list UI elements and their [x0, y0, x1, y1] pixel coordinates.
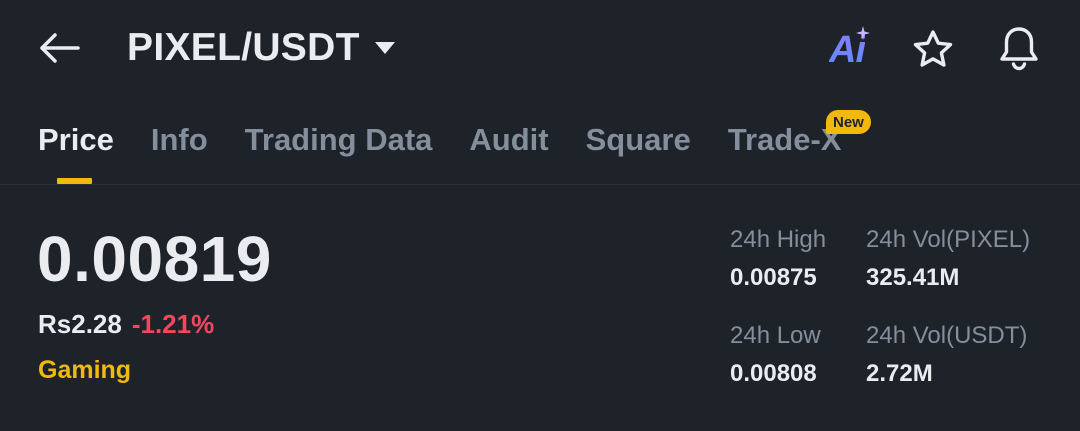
- price-change-percent: -1.21%: [131, 309, 215, 339]
- sub-price-row: Rs2.28 -1.21%: [38, 309, 214, 340]
- vol-base-value: 325.41M: [866, 264, 960, 291]
- vol-quote-value: 2.72M: [866, 360, 933, 387]
- bell-icon: [1000, 27, 1038, 71]
- fiat-price: Rs2.28: [38, 309, 122, 339]
- high-value: 0.00875: [730, 264, 817, 291]
- tab-price[interactable]: Price: [38, 122, 114, 158]
- category-tag[interactable]: Gaming: [38, 356, 131, 385]
- caret-down-icon: [374, 41, 396, 55]
- tab-square[interactable]: Square: [586, 122, 691, 158]
- ai-sparkle-icon: [856, 26, 870, 40]
- price-alert-button[interactable]: [990, 20, 1048, 76]
- new-badge: New: [826, 110, 871, 134]
- tab-trading-data[interactable]: Trading Data: [245, 122, 433, 158]
- tab-audit[interactable]: Audit: [469, 122, 548, 158]
- tab-trade-x[interactable]: Trade-X: [728, 122, 842, 158]
- vol-base-label: 24h Vol(PIXEL): [866, 226, 1031, 253]
- pair-title: PIXEL/USDT: [127, 26, 360, 69]
- divider: [0, 184, 1080, 185]
- last-price: 0.00819: [37, 223, 272, 295]
- tab-info[interactable]: Info: [151, 122, 208, 158]
- back-button[interactable]: [30, 22, 88, 74]
- low-label: 24h Low: [730, 322, 821, 349]
- low-value: 0.00808: [730, 360, 817, 387]
- star-icon: [913, 30, 953, 67]
- high-label: 24h High: [730, 226, 827, 253]
- tab-bar: Price Info Trading Data Audit Square Tra…: [38, 112, 878, 168]
- favorite-button[interactable]: [904, 22, 962, 76]
- ai-assistant-button[interactable]: Ai: [818, 24, 876, 76]
- vol-quote-label: 24h Vol(USDT): [866, 322, 1028, 349]
- pair-selector[interactable]: PIXEL/USDT: [127, 24, 396, 72]
- arrow-left-icon: [40, 33, 80, 63]
